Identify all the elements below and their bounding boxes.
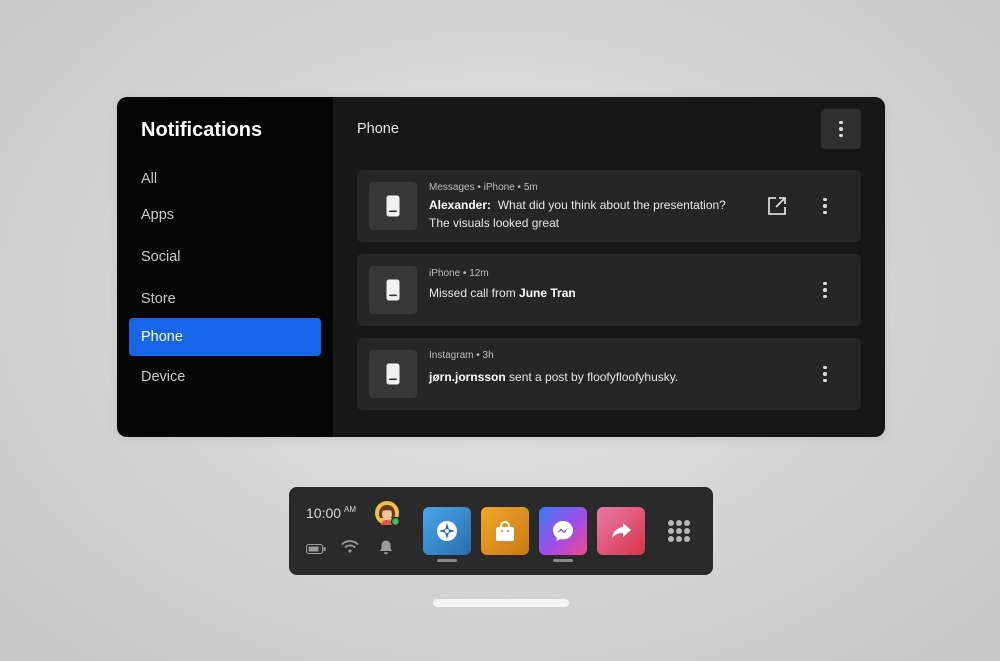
notification-card[interactable]: Messages • iPhone • 5m Alexander: What d… bbox=[357, 170, 861, 242]
notification-meta: Instagram • 3h bbox=[429, 350, 494, 361]
sidebar-item-phone[interactable]: Phone bbox=[129, 318, 321, 356]
clock-time: 10:00 bbox=[306, 505, 342, 521]
notification-meta: iPhone • 12m bbox=[429, 268, 489, 279]
notification-more-button[interactable] bbox=[813, 278, 837, 302]
share-app-button[interactable] bbox=[597, 507, 645, 555]
post-text: sent a post by floofyfloofyhusky. bbox=[509, 370, 679, 384]
caller-name: June Tran bbox=[519, 286, 576, 300]
missed-call-prefix: Missed call from bbox=[429, 286, 516, 300]
notification-text: Missed call from June Tran bbox=[429, 284, 739, 302]
messenger-icon bbox=[553, 521, 573, 541]
compass-icon bbox=[437, 521, 457, 541]
clock-ampm: AM bbox=[344, 505, 357, 514]
sidebar-item-social[interactable]: Social bbox=[129, 238, 321, 276]
bell-icon[interactable] bbox=[378, 539, 394, 560]
more-vertical-icon bbox=[823, 365, 827, 383]
notification-text: jørn.jornsson sent a post by floofyfloof… bbox=[429, 368, 739, 386]
notification-meta: Messages • iPhone • 5m bbox=[429, 182, 538, 193]
notifications-panel: Notifications All Apps Social Store Phon… bbox=[117, 97, 885, 437]
taskbar-dock: 10:00 AM bbox=[289, 487, 713, 575]
notification-card[interactable]: iPhone • 12m Missed call from June Tran bbox=[357, 254, 861, 326]
open-external-icon[interactable] bbox=[765, 194, 789, 218]
store-app-button[interactable] bbox=[481, 507, 529, 555]
share-arrow-icon bbox=[612, 523, 631, 538]
section-title: Phone bbox=[357, 121, 399, 137]
app-library-icon[interactable] bbox=[668, 520, 690, 542]
phone-icon bbox=[369, 350, 417, 398]
message-line-2: The visuals looked great bbox=[429, 216, 560, 230]
wifi-icon bbox=[341, 540, 359, 558]
more-vertical-icon bbox=[839, 120, 843, 138]
messenger-app-button[interactable] bbox=[539, 507, 587, 555]
more-vertical-icon bbox=[823, 197, 827, 215]
shopping-bag-icon bbox=[496, 521, 514, 541]
sidebar-item-all[interactable]: All bbox=[129, 160, 321, 198]
more-options-button[interactable] bbox=[821, 109, 861, 149]
more-vertical-icon bbox=[823, 281, 827, 299]
clock: 10:00 AM bbox=[306, 505, 356, 521]
notification-text: Alexander: What did you think about the … bbox=[429, 196, 739, 232]
battery-icon bbox=[306, 541, 326, 559]
home-indicator-bar[interactable] bbox=[433, 599, 569, 607]
phone-icon bbox=[369, 182, 417, 230]
sender-name: Alexander: bbox=[429, 198, 492, 212]
sidebar: Notifications All Apps Social Store Phon… bbox=[117, 97, 333, 437]
sidebar-item-device[interactable]: Device bbox=[129, 358, 321, 396]
sidebar-item-apps[interactable]: Apps bbox=[129, 196, 321, 234]
main-content: Phone Messages • iPhone • 5m Alexander: … bbox=[333, 97, 885, 437]
notification-more-button[interactable] bbox=[813, 362, 837, 386]
panel-title: Notifications bbox=[141, 119, 263, 141]
app-running-indicator bbox=[553, 559, 573, 562]
avatar[interactable] bbox=[375, 501, 401, 527]
app-running-indicator bbox=[437, 559, 457, 562]
notification-more-button[interactable] bbox=[813, 194, 837, 218]
notification-card[interactable]: Instagram • 3h jørn.jornsson sent a post… bbox=[357, 338, 861, 410]
sidebar-item-store[interactable]: Store bbox=[129, 280, 321, 318]
explore-app-button[interactable] bbox=[423, 507, 471, 555]
message-line-1: What did you think about the presentatio… bbox=[497, 198, 726, 212]
phone-icon bbox=[369, 266, 417, 314]
username: jørn.jornsson bbox=[429, 370, 506, 384]
